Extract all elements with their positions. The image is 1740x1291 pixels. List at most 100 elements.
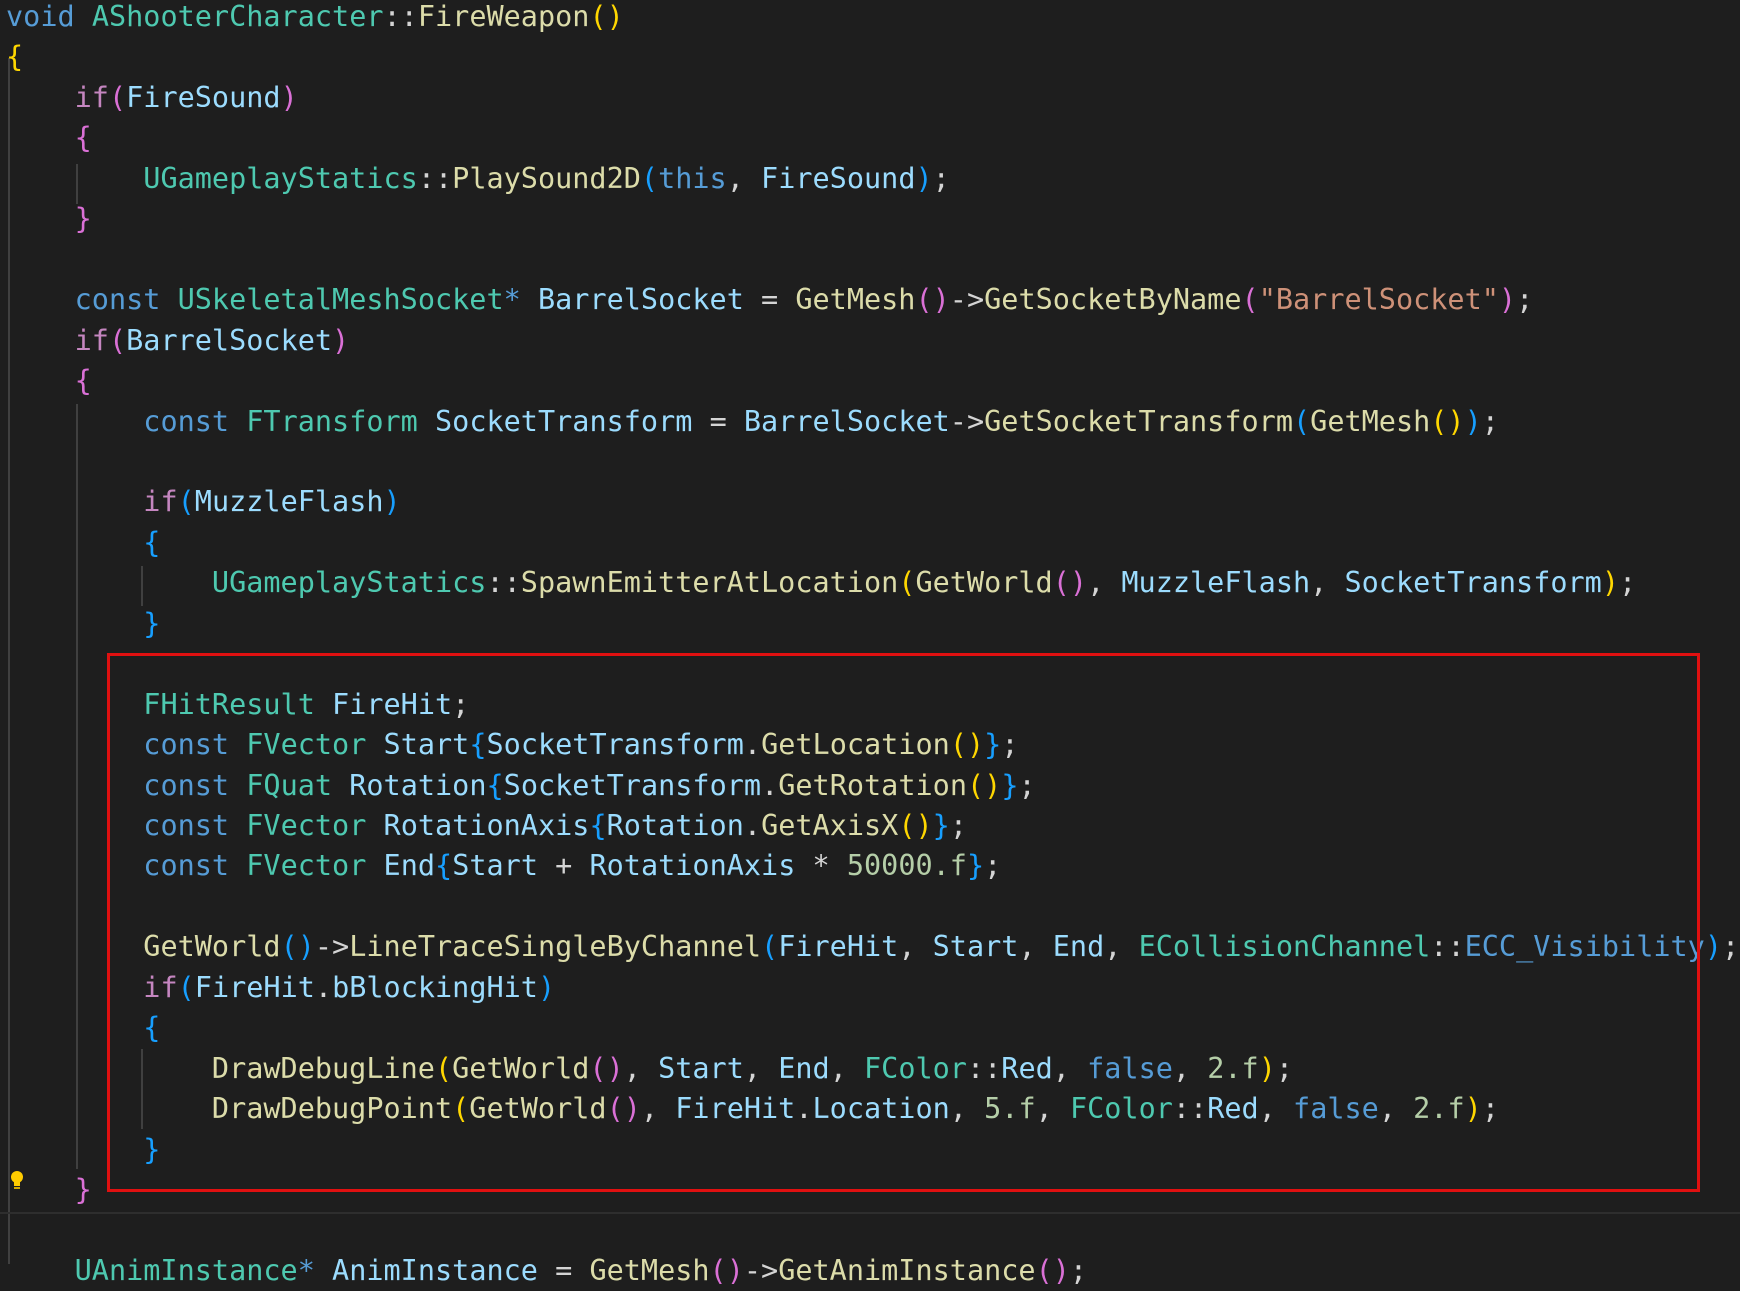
code-line[interactable]: DrawDebugPoint(GetWorld(), FireHit.Locat…: [6, 1089, 1499, 1129]
code-token: ): [1464, 404, 1482, 438]
code-token: AnimInstance: [332, 1253, 538, 1287]
code-token: ,: [743, 1051, 779, 1085]
code-token: ;: [1275, 1051, 1294, 1085]
code-token: ;: [452, 687, 470, 721]
code-token: *: [503, 283, 521, 317]
code-line[interactable]: GetWorld()->LineTraceSingleByChannel(Fir…: [6, 927, 1739, 967]
code-token: FHitResult: [143, 687, 315, 721]
code-token: ,: [1104, 930, 1139, 964]
code-line[interactable]: {: [6, 1008, 160, 1048]
code-token: FireHit: [778, 930, 899, 964]
code-token: UAnimInstance: [74, 1253, 298, 1287]
code-token: =: [537, 1253, 590, 1287]
code-line[interactable]: }: [6, 199, 92, 239]
code-line[interactable]: const FTransform SocketTransform = Barre…: [6, 402, 1499, 442]
code-token: FireHit: [332, 687, 453, 721]
code-token: {: [469, 728, 487, 762]
code-token: (): [709, 1253, 744, 1287]
code-token: BarrelSocket: [743, 404, 950, 438]
code-line[interactable]: const FVector Start{SocketTransform.GetL…: [6, 725, 1018, 765]
lightbulb-icon[interactable]: [9, 1170, 25, 1192]
code-token: ::: [486, 566, 521, 600]
code-token: Start: [452, 849, 538, 883]
code-token: false: [1293, 1092, 1379, 1126]
code-token: const: [143, 404, 230, 438]
code-token: FColor: [1069, 1092, 1173, 1126]
code-line[interactable]: UGameplayStatics::SpawnEmitterAtLocation…: [6, 563, 1636, 603]
code-token: .: [743, 728, 762, 762]
code-token: const: [143, 728, 230, 762]
code-token: Red: [1001, 1051, 1053, 1085]
code-token: (): [966, 768, 1002, 802]
code-token: ::: [1430, 930, 1465, 964]
code-token: ->: [949, 404, 985, 438]
code-token: (: [1241, 283, 1259, 317]
code-token: {: [74, 121, 92, 155]
code-line[interactable]: UGameplayStatics::PlaySound2D(this, Fire…: [6, 159, 950, 199]
code-token: ): [280, 80, 298, 114]
code-line[interactable]: DrawDebugLine(GetWorld(), Start, End, FC…: [6, 1049, 1293, 1089]
code-line[interactable]: const FVector RotationAxis{Rotation.GetA…: [6, 806, 967, 846]
code-line[interactable]: }: [6, 604, 160, 644]
code-token: RotationAxis: [383, 809, 590, 842]
code-token: ::: [1172, 1092, 1208, 1126]
code-editor[interactable]: void AShooterCharacter::FireWeapon(){ if…: [0, 0, 1740, 1287]
code-token: SocketTransform: [486, 728, 744, 762]
code-token: +: [537, 849, 590, 883]
code-line[interactable]: if(MuzzleFlash): [6, 482, 400, 522]
code-token: (): [1035, 1253, 1070, 1287]
code-line[interactable]: FHitResult FireHit;: [6, 685, 469, 725]
code-token: FVector: [246, 849, 367, 883]
code-token: End: [1052, 930, 1105, 964]
code-token: ;: [1069, 1253, 1088, 1287]
code-line[interactable]: const FVector End{Start + RotationAxis *…: [6, 846, 1001, 886]
code-line[interactable]: UAnimInstance* AnimInstance = GetMesh()-…: [6, 1251, 1087, 1291]
code-token: GetSocketByName: [984, 283, 1242, 317]
code-token: DrawDebugPoint: [211, 1092, 453, 1126]
code-token: *: [297, 1253, 315, 1287]
code-line[interactable]: if(FireHit.bBlockingHit): [6, 968, 555, 1008]
code-line[interactable]: const USkeletalMeshSocket* BarrelSocket …: [6, 280, 1534, 320]
line-divider: [0, 1212, 1740, 1214]
code-line[interactable]: if(BarrelSocket): [6, 321, 350, 361]
code-line[interactable]: const FQuat Rotation{SocketTransform.Get…: [6, 766, 1035, 806]
code-line[interactable]: if(FireSound): [6, 78, 298, 118]
code-token: ;: [1619, 566, 1637, 600]
code-line[interactable]: {: [6, 361, 92, 401]
code-token: ,: [726, 161, 762, 195]
code-line[interactable]: {: [6, 37, 23, 77]
code-token: SocketTransform: [1344, 566, 1602, 600]
code-line[interactable]: }: [6, 1130, 160, 1170]
code-token: ,: [898, 930, 933, 964]
code-token: FVector: [246, 809, 367, 842]
code-line[interactable]: {: [6, 118, 92, 158]
code-line[interactable]: void AShooterCharacter::FireWeapon(): [6, 0, 624, 37]
code-token: (: [177, 970, 195, 1004]
code-token: const: [74, 283, 161, 317]
code-line[interactable]: {: [6, 523, 160, 563]
code-token: if: [74, 80, 109, 114]
code-token: FTransform: [246, 404, 418, 438]
code-token: 2.f: [1207, 1051, 1259, 1085]
code-token: ,: [1052, 1051, 1088, 1085]
code-token: (): [606, 1092, 641, 1126]
code-token: Start: [658, 1051, 744, 1085]
code-token: .: [743, 809, 762, 842]
